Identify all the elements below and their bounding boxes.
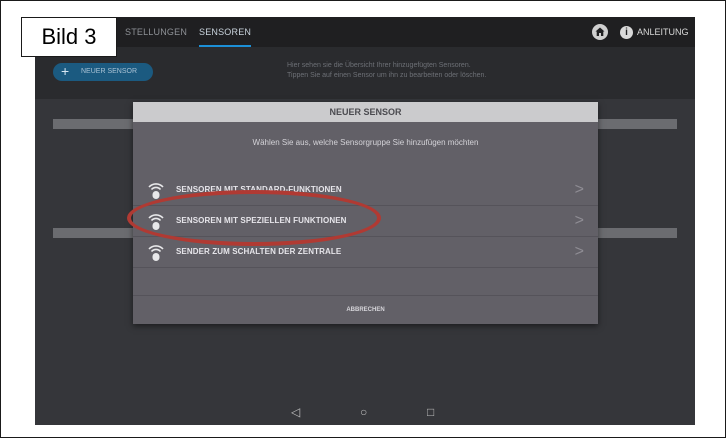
list-row-background [53,119,135,129]
android-nav-bar: ◁ ○ □ [35,403,695,425]
new-sensor-button[interactable]: + NEUER SENSOR [53,63,153,81]
dialog-title: NEUER SENSOR [133,102,598,122]
home-icon[interactable] [592,24,608,40]
dialog-footer: ABBRECHEN [133,295,598,325]
sensor-toolbar: + NEUER SENSOR Hier sehen sie die Übersi… [35,47,695,99]
list-row-background [597,228,677,238]
tab-sensoren[interactable]: SENSOREN [199,17,252,47]
help-button[interactable]: i ANLEITUNG [620,17,689,47]
back-icon[interactable]: ◁ [291,405,300,419]
document-frame: STELLUNGEN SENSOREN i ANLEITUNG + NEUER S… [0,0,726,438]
info-icon: i [620,26,633,40]
chevron-right-icon: > [574,212,584,229]
overview-hint: Hier sehen sie die Übersicht Ihrer hinzu… [287,61,587,81]
home-nav-icon[interactable]: ○ [360,405,367,419]
chevron-right-icon: > [574,243,584,260]
new-sensor-label: NEUER SENSOR [81,68,138,75]
plus-icon: + [61,63,70,79]
tab-einstellungen[interactable]: STELLUNGEN [125,17,187,47]
figure-caption: Bild 3 [21,17,117,57]
help-label: ANLEITUNG [637,27,689,37]
wireless-icon [148,183,164,199]
recents-icon[interactable]: □ [427,405,434,419]
overview-hint-line-1: Hier sehen sie die Übersicht Ihrer hinzu… [287,62,471,69]
chevron-right-icon: > [574,181,584,198]
list-row-background [597,119,677,129]
top-app-bar: STELLUNGEN SENSOREN i ANLEITUNG [35,17,695,47]
wireless-icon [148,245,164,261]
list-row-background [53,228,135,238]
dialog-subtitle: Wählen Sie aus, welche Sensorgruppe Sie … [252,138,479,147]
overview-hint-line-2: Tippen Sie auf einen Sensor um ihn zu be… [287,72,487,79]
highlight-ellipse [127,190,381,246]
cancel-button[interactable]: ABBRECHEN [133,296,598,325]
